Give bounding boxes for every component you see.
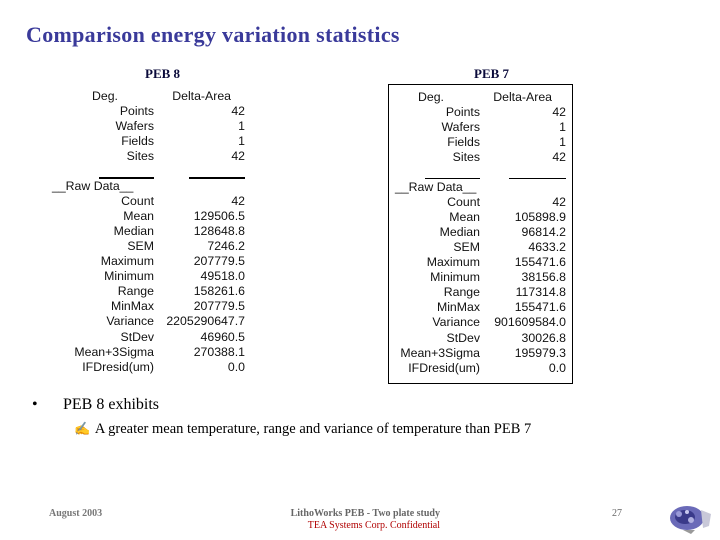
page-number: 27 <box>612 508 622 519</box>
summary-row-value: 1 <box>238 134 245 149</box>
separator-line <box>509 177 566 179</box>
raw-row-value: 207779.5 <box>193 299 245 314</box>
raw-row-value: 42 <box>552 194 566 209</box>
bullet-text: PEB 8 exhibits <box>63 396 160 413</box>
raw-row-label: MinMax <box>110 299 154 314</box>
summary-row-value: 42 <box>552 150 566 165</box>
summary-row-value: 42 <box>231 149 245 164</box>
separator-line <box>425 177 480 179</box>
summary-row-value: 42 <box>552 105 566 120</box>
raw-row-label: Count <box>447 194 480 209</box>
raw-row-label: Minimum <box>104 269 154 284</box>
raw-row-value: 129506.5 <box>193 208 245 223</box>
raw-row-label: Range <box>117 284 154 299</box>
sub-bullet-text: A greater mean temperature, range and va… <box>94 421 532 437</box>
raw-row-value: 195979.3 <box>514 345 566 360</box>
raw-row-label: IFDresid(um) <box>408 360 480 375</box>
raw-row-label: Mean <box>449 209 480 224</box>
raw-row-value: 42 <box>231 193 245 208</box>
raw-row-label: StDev <box>446 330 481 345</box>
summary-row-label: Points <box>119 104 154 119</box>
raw-row-value: 128648.8 <box>193 223 245 238</box>
raw-row-label: Variance <box>106 314 154 329</box>
raw-row-value: 49518.0 <box>200 269 245 284</box>
raw-row-label: Minimum <box>430 270 480 285</box>
raw-row-value: 158261.6 <box>193 284 245 299</box>
summary-row-label: Fields <box>121 134 154 149</box>
raw-row-value: 30026.8 <box>521 330 566 345</box>
summary-row-label: Points <box>445 105 480 120</box>
summary-row-value: 1 <box>238 119 245 134</box>
stats-table-peb8: Deg. Delta-Area Points 42 Wafers 1 Fields 1 Site… <box>52 86 248 376</box>
summary-row-label: Sites <box>126 149 154 164</box>
raw-row-label: Maximum <box>100 254 154 268</box>
raw-row-value: 901609584.0 <box>494 315 566 330</box>
raw-row-label: Mean+3Sigma <box>400 345 480 360</box>
raw-data-label: __Raw Data__ <box>395 179 477 194</box>
raw-row-value: 46960.5 <box>200 329 245 344</box>
summary-row-label: Wafers <box>441 120 481 135</box>
raw-row-value: 96814.2 <box>521 224 566 239</box>
stats-table-peb7: Deg. Delta-Area Points 42 Wafers 1 Fields 1 Site… <box>388 84 573 384</box>
raw-row-label: Median <box>113 223 154 238</box>
header-label: Deg. <box>92 89 118 103</box>
summary-row-value: 1 <box>559 135 566 150</box>
raw-row-value: 7246.2 <box>207 238 245 253</box>
raw-row-value: 270388.1 <box>193 344 245 359</box>
raw-row-label: Mean+3Sigma <box>74 344 154 359</box>
header-value: Delta-Area <box>493 90 552 104</box>
summary-row-label: Sites <box>452 150 480 165</box>
raw-row-value: 117314.8 <box>515 285 566 300</box>
raw-row-label: Variance <box>432 315 480 330</box>
summary-row-value: 42 <box>231 104 245 119</box>
raw-row-label: MinMax <box>436 300 480 315</box>
raw-row-label: IFDresid(um) <box>82 359 154 374</box>
header-label: Deg. <box>418 90 444 104</box>
footer-study-title: LithoWorks PEB - Two plate study <box>290 508 440 519</box>
company-logo-icon <box>670 506 711 534</box>
raw-row-value: 4633.2 <box>528 239 566 254</box>
raw-row-label: Mean <box>123 208 154 223</box>
raw-row-value: 105898.9 <box>514 209 566 224</box>
raw-row-value: 155471.6 <box>514 255 566 269</box>
footer-date: August 2003 <box>49 508 103 519</box>
bullet-marker: • <box>32 396 38 413</box>
panel-label-peb7: PEB 7 <box>474 66 510 81</box>
header-value: Delta-Area <box>172 89 231 103</box>
raw-row-label: StDev <box>120 329 155 344</box>
footer-center: LithoWorks PEB - Two plate study TEA Sys… <box>270 508 440 532</box>
raw-row-value: 207779.5 <box>193 254 245 268</box>
raw-row-label: Range <box>443 285 480 300</box>
slide-title: Comparison energy variation statistics <box>26 22 400 47</box>
raw-data-label: __Raw Data__ <box>52 178 134 193</box>
raw-row-value: 2205290647.7 <box>166 314 245 329</box>
raw-row-label: Count <box>121 193 154 208</box>
raw-row-label: SEM <box>453 239 480 254</box>
footer-confidential: TEA Systems Corp. Confidential <box>307 520 440 531</box>
summary-row-label: Fields <box>447 135 480 150</box>
summary-row-value: 1 <box>559 120 566 135</box>
writing-hand-icon: ✍ <box>74 421 91 436</box>
raw-row-value: 0.0 <box>548 360 566 375</box>
raw-row-label: Maximum <box>426 255 480 269</box>
panel-label-peb8: PEB 8 <box>145 66 181 81</box>
separator-line <box>189 176 245 179</box>
sub-bullet-item: ✍ A greater mean temperature, range and … <box>74 421 531 438</box>
raw-row-value: 38156.8 <box>521 270 566 285</box>
raw-row-label: Median <box>439 224 480 239</box>
raw-row-label: SEM <box>127 238 154 253</box>
raw-row-value: 155471.6 <box>514 300 566 315</box>
raw-row-value: 0.0 <box>227 359 245 374</box>
summary-row-label: Wafers <box>115 119 155 134</box>
